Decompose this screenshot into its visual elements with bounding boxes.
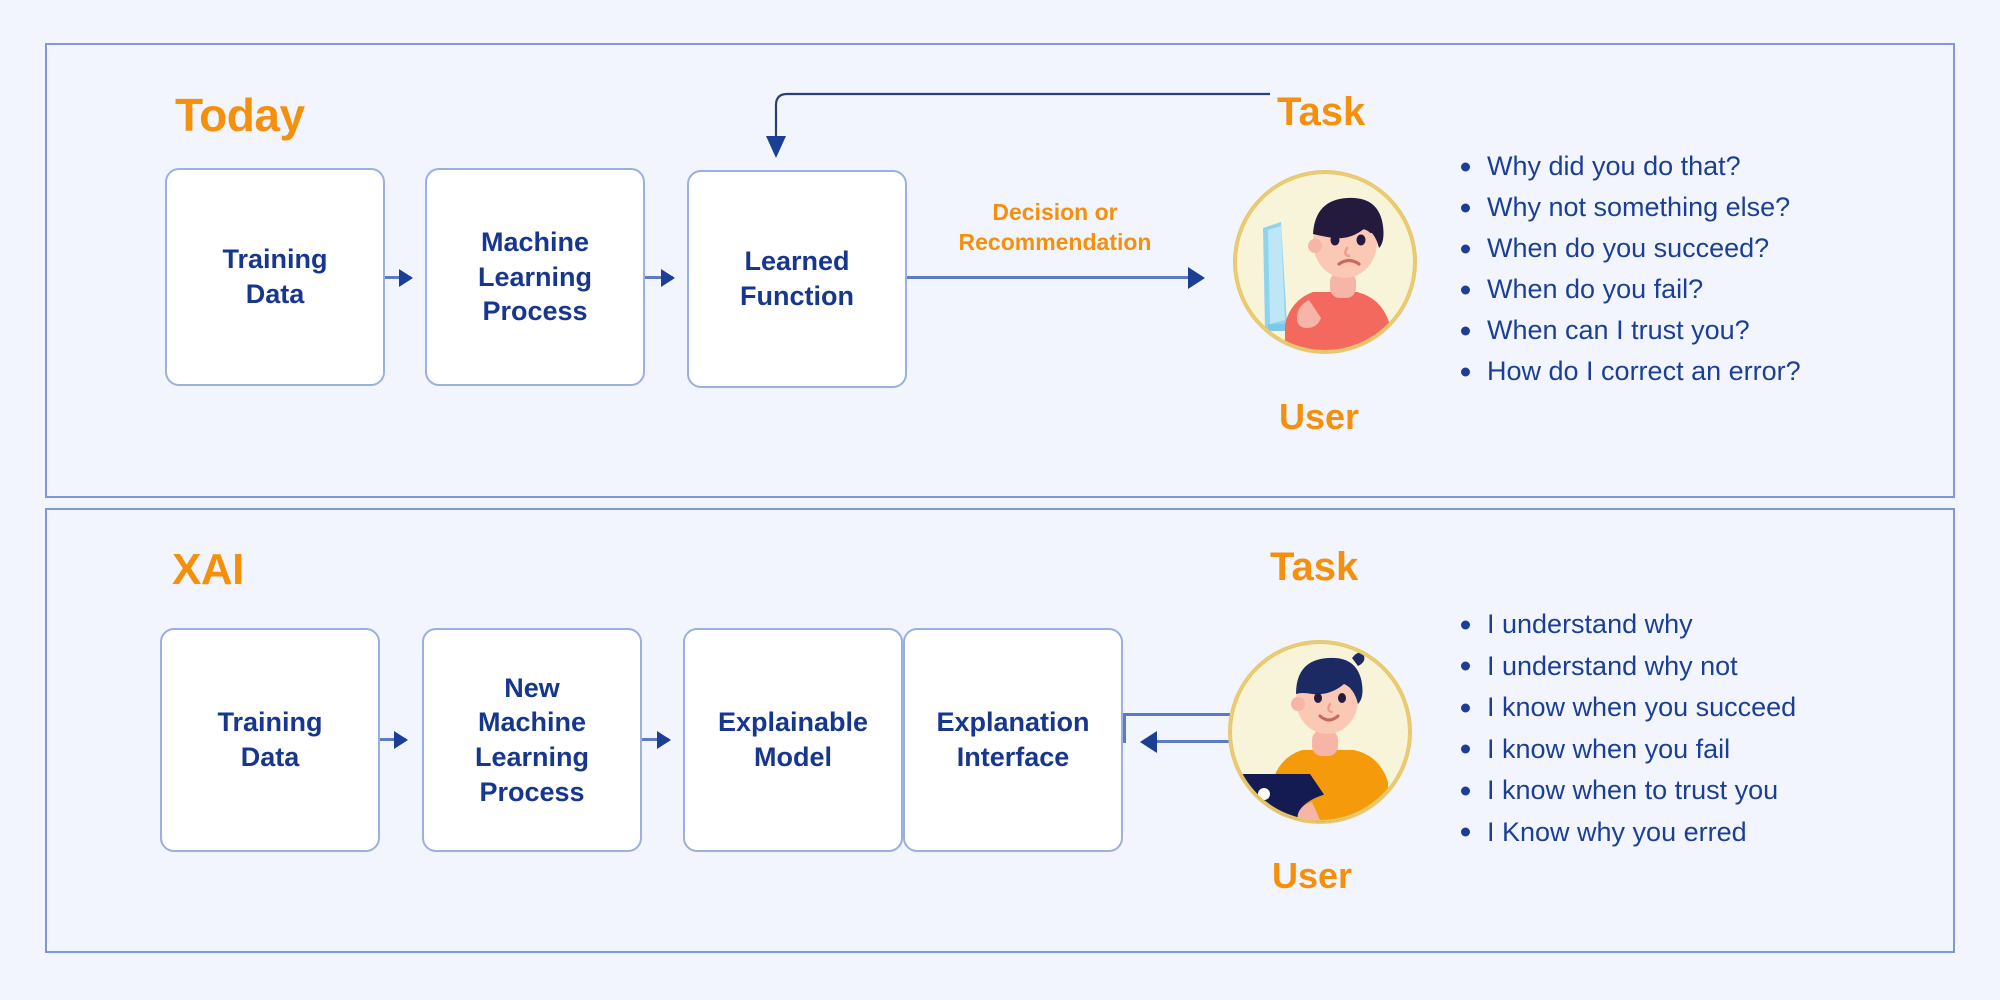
box-line: Learning bbox=[474, 742, 589, 772]
panel-title-xai: XAI bbox=[172, 545, 244, 594]
list-item: I know when you fail bbox=[1455, 729, 1796, 771]
box-line: Function bbox=[740, 281, 854, 311]
list-item: I understand why not bbox=[1455, 646, 1796, 688]
list-item: I know when you succeed bbox=[1455, 687, 1796, 729]
edge-label-line: Recommendation bbox=[958, 228, 1152, 255]
edge-label-line: Decision or bbox=[992, 199, 1118, 225]
avatar-user-xai bbox=[1228, 640, 1412, 824]
list-item: Why not something else? bbox=[1455, 187, 1801, 228]
box-line: Model bbox=[754, 742, 832, 772]
box-line: Explainable bbox=[717, 707, 869, 738]
box-line: Training bbox=[217, 707, 323, 738]
arrow-right-icon bbox=[645, 276, 673, 279]
box-line: Process bbox=[482, 296, 588, 327]
user-happy-laptop-illustration-icon bbox=[1230, 642, 1410, 822]
box-line: Explanation bbox=[936, 707, 1090, 738]
question-list-today: Why did you do that? Why not something e… bbox=[1455, 146, 1801, 392]
task-label-today: Task bbox=[1277, 90, 1366, 134]
box-machine-learning-process: Machine Learning Process bbox=[425, 168, 645, 386]
box-learned-function: Learned Function bbox=[687, 170, 907, 388]
feedback-arrow-icon bbox=[766, 92, 1270, 158]
box-line: Process bbox=[479, 776, 585, 807]
list-item: How do I correct an error? bbox=[1455, 351, 1801, 392]
list-item: I Know why you erred bbox=[1455, 812, 1796, 854]
list-item: I know when to trust you bbox=[1455, 770, 1796, 812]
box-new-machine-learning-process: New Machine Learning Process bbox=[422, 628, 642, 852]
box-line: Machine bbox=[480, 227, 589, 258]
box-line: Machine bbox=[477, 707, 586, 738]
box-explanation-interface: Explanation Interface bbox=[903, 628, 1123, 852]
arrow-right-icon bbox=[642, 738, 669, 741]
list-item: When can I trust you? bbox=[1455, 310, 1801, 351]
arrow-decision-to-user bbox=[907, 276, 1202, 279]
arrow-right-icon bbox=[380, 738, 406, 741]
user-label-today: User bbox=[1279, 396, 1360, 437]
user-label-xai: User bbox=[1272, 855, 1353, 896]
box-line: Learned bbox=[744, 246, 850, 277]
box-explainable-model: Explainable Model bbox=[683, 628, 903, 852]
panel-title-today: Today bbox=[175, 89, 305, 141]
box-line: Interface bbox=[956, 742, 1070, 772]
avatar-user-today bbox=[1233, 170, 1417, 354]
list-item: Why did you do that? bbox=[1455, 146, 1801, 187]
edge-label-decision: Decision or Recommendation bbox=[930, 198, 1180, 258]
list-item: When do you succeed? bbox=[1455, 228, 1801, 269]
arrow-right-icon bbox=[385, 276, 411, 279]
list-item: When do you fail? bbox=[1455, 269, 1801, 310]
benefit-list-xai: I understand why I understand why not I … bbox=[1455, 604, 1796, 853]
user-confused-illustration-icon bbox=[1235, 172, 1415, 352]
arrow-stem bbox=[1123, 713, 1126, 743]
box-line: Data bbox=[240, 742, 300, 772]
box-line: Training bbox=[222, 244, 328, 275]
box-training-data-today: Training Data bbox=[165, 168, 385, 386]
box-training-data-xai: Training Data bbox=[160, 628, 380, 852]
task-label-xai: Task bbox=[1270, 545, 1359, 589]
box-line: Learning bbox=[477, 261, 592, 292]
box-line: New bbox=[504, 672, 560, 703]
box-line: Data bbox=[245, 279, 305, 309]
list-item: I understand why bbox=[1455, 604, 1796, 646]
